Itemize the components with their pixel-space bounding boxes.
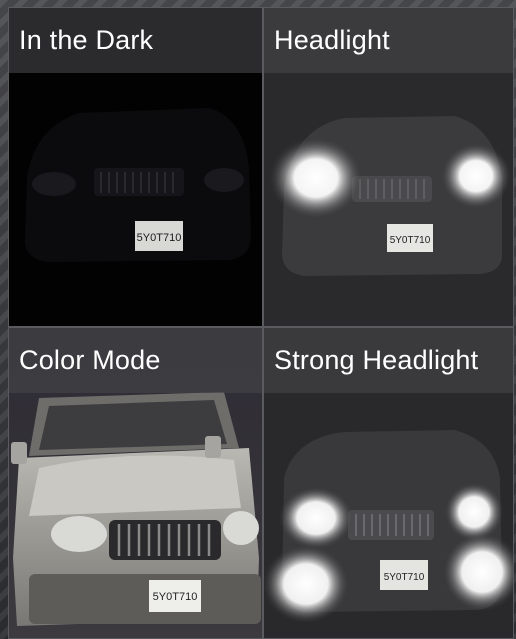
panel-label-bar: Color Mode xyxy=(9,328,262,393)
license-plate-text: 5Y0T710 xyxy=(137,232,182,244)
panel-label: Headlight xyxy=(274,25,390,55)
panel-color-mode: 5Y0T710 Color Mode xyxy=(8,327,263,639)
panel-label: In the Dark xyxy=(19,25,154,55)
panel-headlight: 5Y0T710 Headlight xyxy=(263,7,514,327)
panel-label-bar: Strong Headlight xyxy=(264,328,513,393)
panel-label-bar: In the Dark xyxy=(9,8,262,73)
panel-label-bar: Headlight xyxy=(264,8,513,73)
license-plate-text: 5Y0T710 xyxy=(390,235,431,246)
panel-strong-headlight: 5Y0T710 Strong Headlight xyxy=(263,327,514,639)
image-grid: 5Y0T710 In the Dark 5Y0T710 Headlight 5Y… xyxy=(8,7,514,639)
panel-in-the-dark: 5Y0T710 In the Dark xyxy=(8,7,263,327)
license-plate-text: 5Y0T710 xyxy=(153,591,198,603)
license-plate-text: 5Y0T710 xyxy=(384,572,425,583)
panel-label: Color Mode xyxy=(19,345,161,375)
panel-label: Strong Headlight xyxy=(274,345,479,375)
comparison-frame: 5Y0T710 In the Dark 5Y0T710 Headlight 5Y… xyxy=(0,0,516,639)
